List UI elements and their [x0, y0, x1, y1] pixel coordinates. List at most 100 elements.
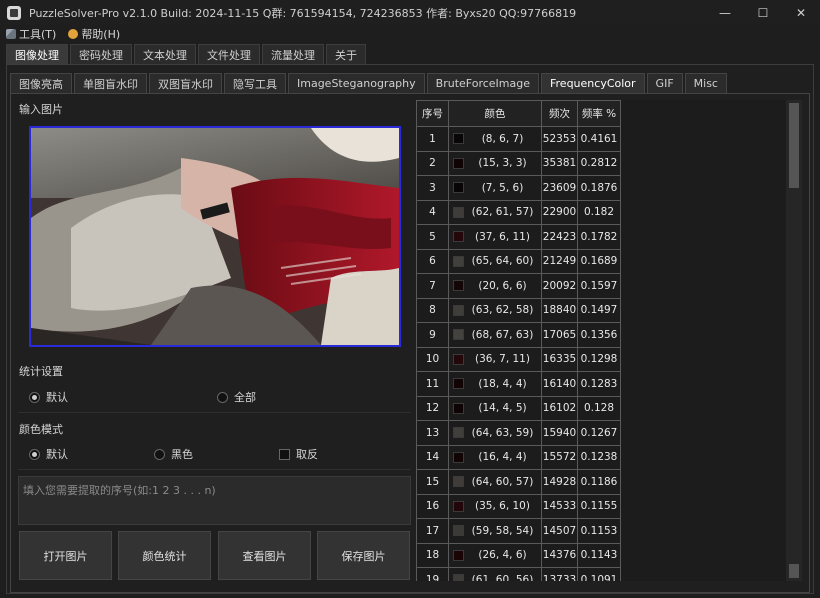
row-index: 13 — [416, 420, 449, 446]
row-frequency: 14928 — [541, 469, 578, 495]
table-row[interactable]: 8 (63, 62, 58) 18840 0.1497 — [416, 297, 621, 323]
scrollbar-down-arrow[interactable] — [789, 564, 799, 578]
tab-stego-tools[interactable]: 隐写工具 — [224, 73, 286, 93]
table-row[interactable]: 13 (64, 63, 59) 15940 0.1267 — [416, 420, 621, 446]
window-controls: — ☐ ✕ — [706, 0, 820, 25]
table-row[interactable]: 16 (35, 6, 10) 14533 0.1155 — [416, 493, 621, 519]
table-row[interactable]: 5 (37, 6, 11) 22423 0.1782 — [416, 224, 621, 250]
row-color: (62, 61, 57) — [448, 199, 542, 225]
row-color: (59, 58, 54) — [448, 518, 542, 544]
color-swatch — [453, 549, 464, 561]
table-row[interactable]: 11 (18, 4, 4) 16140 0.1283 — [416, 371, 621, 397]
table-row[interactable]: 1 (8, 6, 7) 52353 0.4161 — [416, 126, 621, 152]
tab-text-processing[interactable]: 文本处理 — [134, 44, 196, 64]
header-percent[interactable]: 频率 % — [577, 100, 621, 127]
table-row[interactable]: 4 (62, 61, 57) 22900 0.182 — [416, 199, 621, 225]
tab-frequency-color[interactable]: FrequencyColor — [541, 73, 645, 93]
table-row[interactable]: 6 (65, 64, 60) 21249 0.1689 — [416, 248, 621, 274]
header-frequency[interactable]: 频次 — [541, 100, 578, 127]
tab-gif[interactable]: GIF — [646, 73, 683, 93]
color-swatch — [453, 525, 464, 537]
row-color: (68, 67, 63) — [448, 322, 542, 348]
color-swatch — [453, 378, 464, 390]
color-mode-label: 颜色模式 — [19, 423, 63, 436]
invert-checkbox[interactable]: 取反 — [279, 446, 318, 462]
table-row[interactable]: 17 (59, 58, 54) 14507 0.1153 — [416, 518, 621, 544]
save-image-button[interactable]: 保存图片 — [317, 531, 410, 580]
tab-single-blind-watermark[interactable]: 单图盲水印 — [74, 73, 147, 93]
tab-password-processing[interactable]: 密码处理 — [70, 44, 132, 64]
row-frequency: 13733 — [541, 567, 578, 581]
table-row[interactable]: 14 (16, 4, 4) 15572 0.1238 — [416, 444, 621, 470]
row-rgb: (59, 58, 54) — [471, 524, 534, 537]
row-color: (63, 62, 58) — [448, 297, 542, 323]
row-frequency: 18840 — [541, 297, 578, 323]
window-title: PuzzleSolver-Pro v2.1.0 Build: 2024-11-1… — [29, 6, 577, 20]
table-row[interactable]: 9 (68, 67, 63) 17065 0.1356 — [416, 322, 621, 348]
color-black-label: 黑色 — [171, 448, 193, 461]
row-rgb: (35, 6, 10) — [475, 500, 530, 513]
stats-all-radio[interactable]: 全部 — [217, 389, 256, 405]
row-percent: 0.1143 — [577, 542, 621, 568]
row-percent: 0.2812 — [577, 150, 621, 176]
table-row[interactable]: 18 (26, 4, 6) 14376 0.1143 — [416, 542, 621, 568]
index-input[interactable]: 填入您需要提取的序号(如:1 2 3 . . . n) — [18, 476, 411, 525]
tab-file-processing[interactable]: 文件处理 — [198, 44, 260, 64]
maximize-button[interactable]: ☐ — [744, 0, 782, 25]
table-row[interactable]: 7 (20, 6, 6) 20092 0.1597 — [416, 273, 621, 299]
table-scrollbar[interactable] — [786, 100, 802, 581]
tools-icon — [6, 29, 16, 39]
frequency-table[interactable]: 序号 颜色 频次 频率 % 1 (8, 6, 7) 52353 0.4161 2 (15,… — [416, 100, 802, 581]
tab-brute-force-image[interactable]: BruteForceImage — [426, 73, 539, 93]
tab-image-processing[interactable]: 图像处理 — [6, 44, 68, 64]
table-row[interactable]: 2 (15, 3, 3) 35381 0.2812 — [416, 150, 621, 176]
row-frequency: 52353 — [541, 126, 578, 152]
row-color: (7, 5, 6) — [448, 175, 542, 201]
table-row[interactable]: 19 (61, 60, 56) 13733 0.1091 — [416, 567, 621, 581]
row-percent: 0.1689 — [577, 248, 621, 274]
menu-tools[interactable]: 工具(T) — [0, 25, 62, 43]
table-row[interactable]: 15 (64, 60, 57) 14928 0.1186 — [416, 469, 621, 495]
tab-image-steganography[interactable]: ImageSteganography — [288, 73, 425, 93]
color-swatch — [453, 329, 464, 341]
row-frequency: 15572 — [541, 444, 578, 470]
view-image-button[interactable]: 查看图片 — [218, 531, 311, 580]
color-swatch — [453, 451, 464, 463]
color-stats-button[interactable]: 颜色统计 — [118, 531, 211, 580]
tab-about[interactable]: 关于 — [326, 44, 366, 64]
color-default-radio[interactable]: 默认 — [29, 446, 68, 462]
tab-image-brighten[interactable]: 图像亮高 — [10, 73, 72, 93]
tab-traffic-processing[interactable]: 流量处理 — [262, 44, 324, 64]
table-row[interactable]: 3 (7, 5, 6) 23609 0.1876 — [416, 175, 621, 201]
stats-default-radio[interactable]: 默认 — [29, 389, 68, 405]
menu-tools-label: 工具(T) — [19, 28, 57, 41]
table-row[interactable]: 10 (36, 7, 11) 16335 0.1298 — [416, 346, 621, 372]
row-index: 4 — [416, 199, 449, 225]
row-rgb: (63, 62, 58) — [471, 304, 534, 317]
row-index: 18 — [416, 542, 449, 568]
row-frequency: 35381 — [541, 150, 578, 176]
table-row[interactable]: 12 (14, 4, 5) 16102 0.128 — [416, 395, 621, 421]
color-black-radio[interactable]: 黑色 — [154, 446, 193, 462]
color-swatch — [453, 402, 464, 414]
row-rgb: (20, 6, 6) — [478, 279, 527, 292]
row-index: 2 — [416, 150, 449, 176]
row-index: 12 — [416, 395, 449, 421]
header-color[interactable]: 颜色 — [448, 100, 542, 127]
tab-double-blind-watermark[interactable]: 双图盲水印 — [149, 73, 222, 93]
header-index[interactable]: 序号 — [416, 100, 449, 127]
color-swatch — [453, 574, 464, 581]
stats-default-label: 默认 — [46, 391, 68, 404]
row-percent: 0.182 — [577, 199, 621, 225]
close-button[interactable]: ✕ — [782, 0, 820, 25]
row-percent: 0.1283 — [577, 371, 621, 397]
row-index: 6 — [416, 248, 449, 274]
tab-misc[interactable]: Misc — [684, 73, 727, 93]
radio-dot — [217, 391, 228, 403]
row-percent: 0.1153 — [577, 518, 621, 544]
menu-help[interactable]: 帮助(H) — [62, 25, 126, 43]
minimize-button[interactable]: — — [706, 0, 744, 25]
open-image-button[interactable]: 打开图片 — [19, 531, 112, 580]
scrollbar-thumb[interactable] — [789, 103, 799, 188]
row-percent: 0.1597 — [577, 273, 621, 299]
